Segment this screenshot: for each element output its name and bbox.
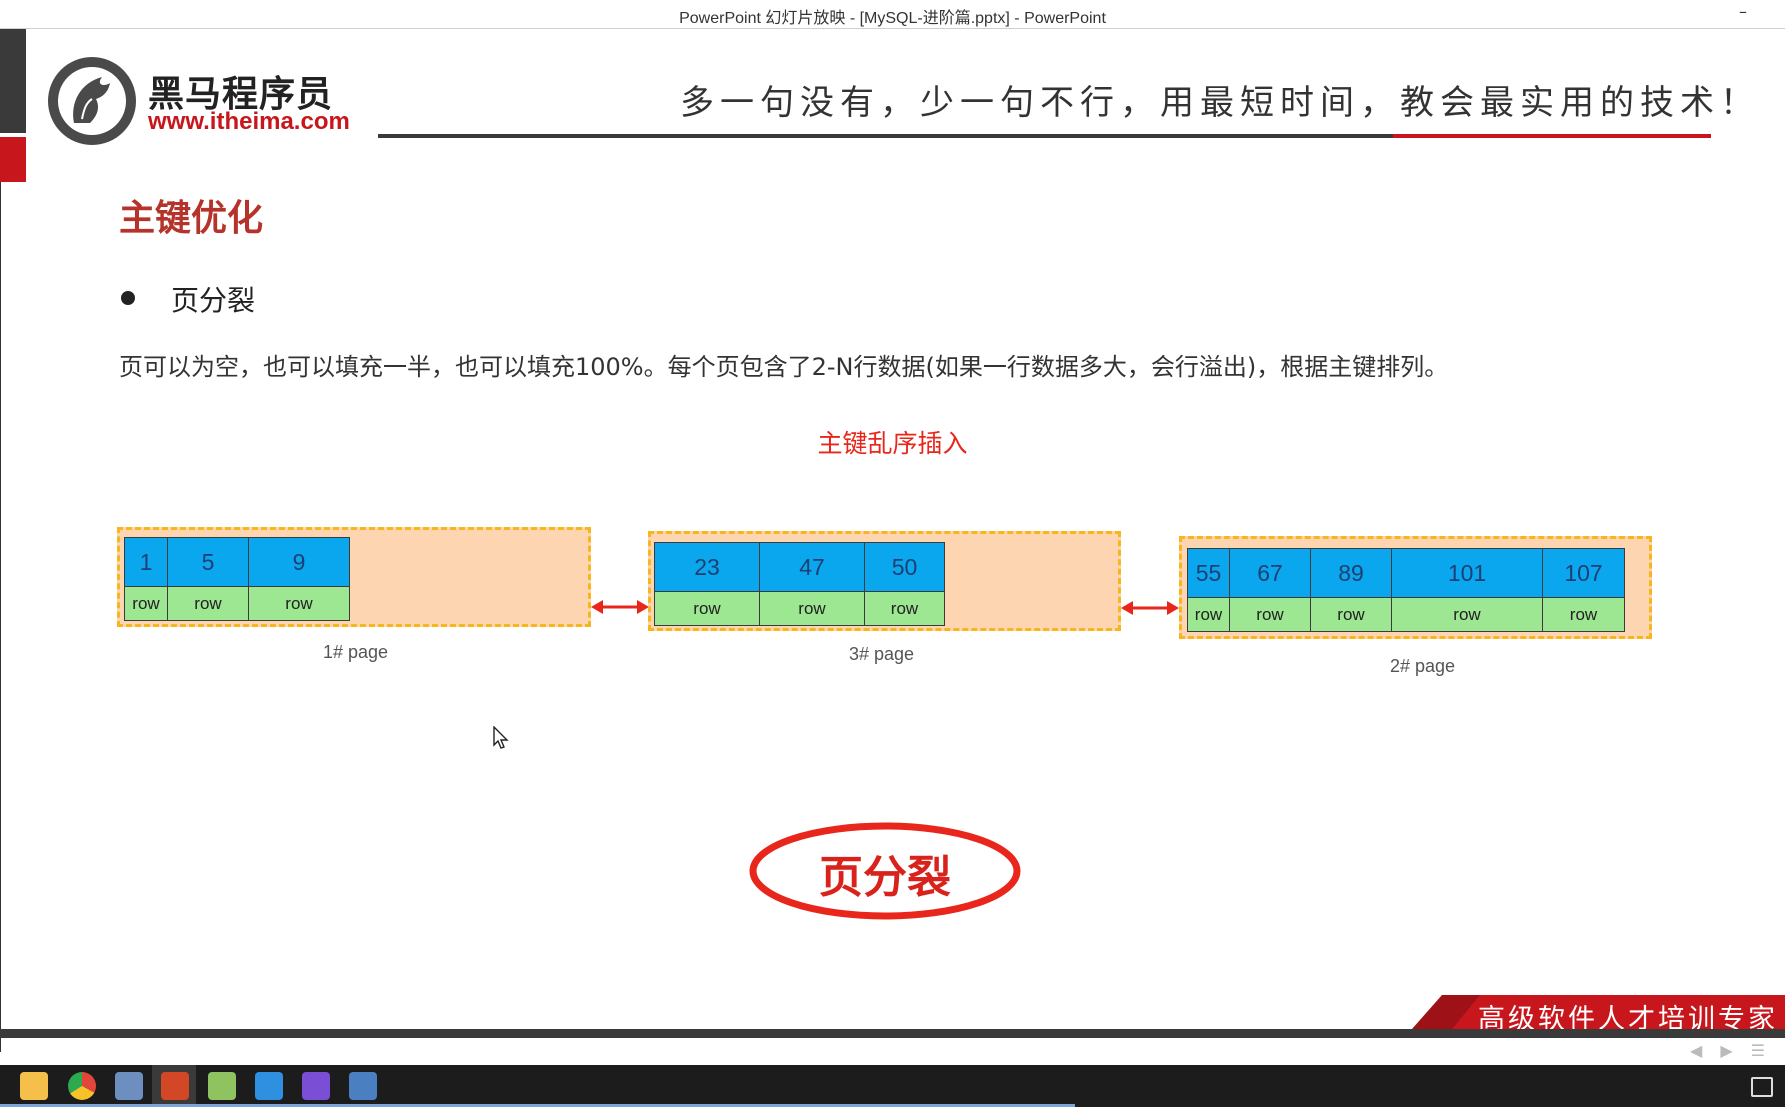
header-rule (378, 134, 1393, 138)
page-3-row-1: row (654, 591, 760, 626)
page-2-row-3: row (1310, 597, 1392, 632)
page-2-row-5: row (1542, 597, 1625, 632)
page-2-key-4: 101 (1391, 548, 1543, 598)
app-blue-icon[interactable] (255, 1072, 283, 1100)
page-2-key-2: 67 (1229, 548, 1311, 598)
notepad-icon[interactable] (208, 1072, 236, 1100)
page-1-row-3: row (248, 586, 350, 621)
bullet-dot (121, 291, 135, 305)
chrome-icon[interactable] (68, 1072, 96, 1100)
link-arrow-2-icon (1121, 601, 1179, 615)
next-slide-icon[interactable]: ▶ (1720, 1041, 1732, 1060)
file-explorer-icon[interactable] (20, 1072, 48, 1100)
mouse-cursor-icon (493, 726, 509, 749)
header-slogan: 多一句没有，少一句不行，用最短时间，教会最实用的技术！ (680, 83, 1760, 123)
powerpoint-icon[interactable] (161, 1072, 189, 1100)
page-3-row-3: row (864, 591, 945, 626)
page-1-label: 1# page (323, 642, 389, 662)
page-2-key-3: 89 (1310, 548, 1392, 598)
page-3-row-2: row (759, 591, 865, 626)
page-2-row-2: row (1229, 597, 1311, 632)
page-3-key-3: 50 (864, 542, 945, 592)
page-1-table: 1 5 9 row row row (124, 537, 350, 621)
remote-desktop-icon[interactable] (349, 1072, 377, 1100)
left-border-line (0, 182, 1, 1052)
page-2-row-1: row (1187, 597, 1230, 632)
page-1-key-1: 1 (124, 537, 168, 587)
page-1-key-3: 9 (248, 537, 350, 587)
slideshow-controls: ◀ ▶ ☰ (1690, 1041, 1765, 1060)
page-3-table: 23 47 50 row row row (654, 542, 945, 626)
paint-icon[interactable] (115, 1072, 143, 1100)
section-title: 主键优化 (119, 198, 264, 239)
window-title: PowerPoint 幻灯片放映 - [MySQL-进阶篇.pptx] - Po… (679, 10, 1106, 27)
page-3-key-1: 23 (654, 542, 760, 592)
itheima-logo-icon (48, 57, 136, 145)
previous-slide-icon[interactable]: ◀ (1690, 1041, 1702, 1060)
page-1-row-2: row (167, 586, 249, 621)
logo-url: www.itheima.com (148, 108, 350, 135)
footer-rule (0, 1029, 1785, 1038)
window-titlebar: PowerPoint 幻灯片放映 - [MySQL-进阶篇.pptx] - Po… (0, 0, 1785, 29)
page-1-key-2: 5 (167, 537, 249, 587)
description-text: 页可以为空，也可以填充一半，也可以填充100%。每个页包含了2-N行数据(如果一… (119, 353, 1449, 381)
page-2-key-1: 55 (1187, 548, 1230, 598)
page-2-table: 55 67 89 101 107 row row row row row (1187, 548, 1625, 632)
diagram-caption: 主键乱序插入 (817, 429, 968, 458)
bullet-heading: 页分裂 (171, 284, 256, 317)
header-rule-red (1393, 134, 1711, 138)
datagrip-icon[interactable] (302, 1072, 330, 1100)
notification-tray-icon[interactable] (1751, 1077, 1773, 1097)
link-arrow-1-icon (591, 600, 649, 614)
page-2-row-4: row (1391, 597, 1543, 632)
slide-menu-icon[interactable]: ☰ (1751, 1041, 1765, 1060)
page-split-label: 页分裂 (819, 852, 951, 903)
left-accent-bar-red (0, 137, 26, 182)
page-3-key-2: 47 (759, 542, 865, 592)
page-2-key-5: 107 (1542, 548, 1625, 598)
slide: 黑马程序员 www.itheima.com 多一句没有，少一句不行，用最短时间，… (0, 29, 1785, 1060)
page-2-label: 2# page (1390, 656, 1456, 676)
left-accent-bar-dark (0, 29, 26, 133)
windows-taskbar (0, 1065, 1785, 1107)
page-1-row-1: row (124, 586, 168, 621)
minimize-button[interactable]: – (1729, 2, 1757, 24)
page-3-label: 3# page (849, 644, 915, 664)
